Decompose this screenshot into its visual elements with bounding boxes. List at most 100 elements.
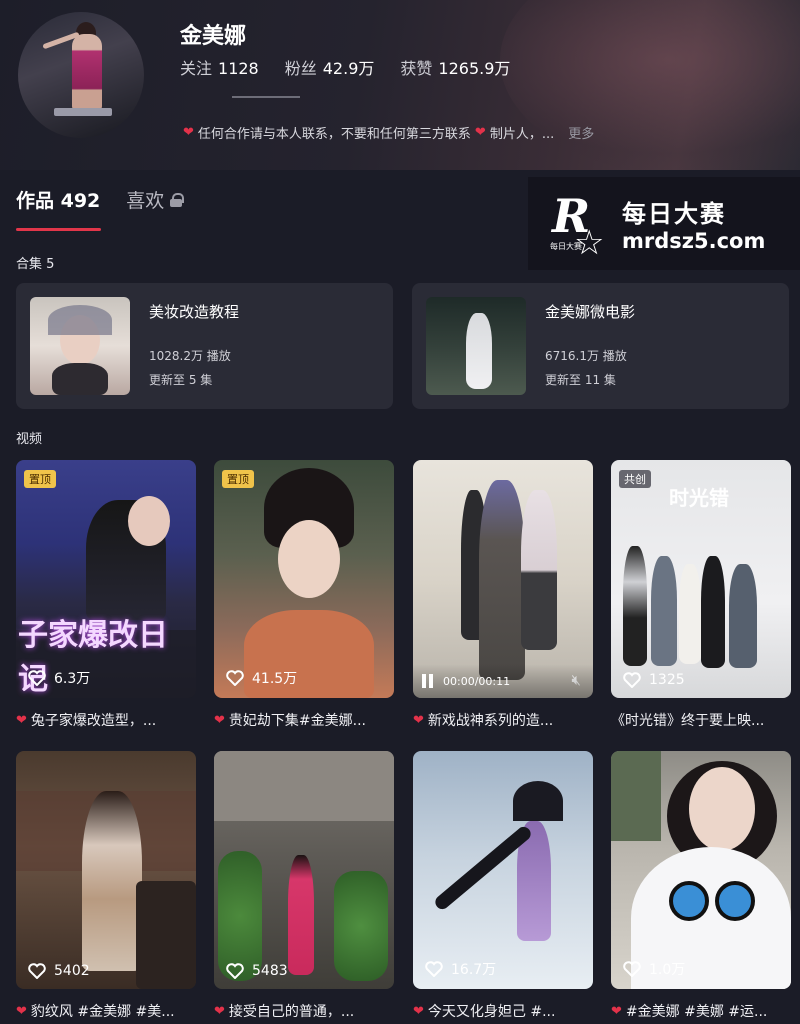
video-caption: ❤ 接受自己的普通，... bbox=[214, 1001, 394, 1021]
stat-value: 1265.9万 bbox=[438, 59, 511, 78]
watermark-overlay: R ☆ 每日大赛 每日大赛 mrdsz5.com bbox=[528, 177, 800, 270]
content-tabs: 作品 492 喜欢 bbox=[16, 186, 185, 213]
stat-value: 42.9万 bbox=[322, 59, 375, 78]
bio-text-1: 任何合作请与本人联系，不要和任何第三方联系 bbox=[197, 127, 471, 142]
collection-thumbnail bbox=[426, 297, 526, 395]
video-card[interactable]: 16.7万 ❤ 今天又化身妲己 #... bbox=[413, 751, 593, 1021]
watermark-text: 每日大赛 mrdsz5.com bbox=[622, 194, 765, 253]
caption-text: #金美娜 #美娜 #运... bbox=[625, 1004, 768, 1020]
video-caption: ❤ 豹纹风 #金美娜 #美... bbox=[16, 1001, 196, 1021]
heart-outline-icon bbox=[28, 963, 46, 980]
profile-stats: 关注 1128 粉丝 42.9万 获赞 1265.9万 bbox=[180, 55, 510, 79]
profile-header: 金美娜 关注 1128 粉丝 42.9万 获赞 1265.9万 ❤ 任何合作请与本人联… bbox=[0, 0, 800, 170]
thumbnail-hair bbox=[513, 781, 563, 821]
heart-outline-icon bbox=[226, 670, 244, 687]
thumbnail-plant bbox=[218, 851, 262, 981]
like-value: 16.7万 bbox=[451, 962, 497, 978]
overlay-caption: 时光错 bbox=[669, 486, 729, 510]
heart-icon: ❤ bbox=[413, 712, 424, 728]
like-value: 5402 bbox=[54, 963, 90, 979]
video-thumbnail[interactable]: 置顶 41.5万 bbox=[214, 460, 394, 698]
profile-bio: ❤ 任何合作请与本人联系，不要和任何第三方联系 ❤ 制片人，... 更多 bbox=[183, 123, 594, 142]
heart-icon: ❤ bbox=[16, 1003, 27, 1019]
playback-time: 00:00/00:11 bbox=[443, 674, 511, 688]
thumbnail-figure bbox=[679, 564, 701, 664]
like-count: 41.5万 bbox=[226, 668, 297, 688]
bio-more-link[interactable]: 更多 bbox=[568, 123, 594, 142]
collection-card[interactable]: 金美娜微电影 6716.1万 播放 更新至 11 集 bbox=[412, 283, 789, 409]
active-tab-indicator bbox=[16, 228, 101, 231]
heart-outline-icon bbox=[425, 961, 443, 978]
bio-text-2: 制片人，... bbox=[489, 127, 555, 142]
watermark-logo-small: 每日大赛 bbox=[550, 241, 582, 251]
heart-outline-icon bbox=[226, 963, 244, 980]
thumbnail-face bbox=[278, 520, 340, 598]
video-thumbnail[interactable]: 5483 bbox=[214, 751, 394, 989]
thumbnail-figure bbox=[701, 556, 725, 668]
video-caption: ❤ 贵妃劫下集#金美娜... bbox=[214, 710, 394, 730]
thumbnail-body bbox=[52, 363, 108, 395]
thumbnail-building bbox=[214, 751, 394, 821]
tab-likes-label: 喜欢 bbox=[126, 190, 165, 212]
tab-likes[interactable]: 喜欢 bbox=[126, 186, 185, 213]
video-thumbnail[interactable]: 00:00/00:11 🔇︎ bbox=[413, 460, 593, 698]
stat-followers[interactable]: 粉丝 42.9万 bbox=[285, 55, 375, 79]
video-card[interactable]: 置顶 41.5万 ❤ 贵妃劫下集#金美娜... bbox=[214, 460, 394, 730]
stat-label: 粉丝 bbox=[284, 59, 317, 78]
like-count: 5402 bbox=[28, 963, 90, 980]
video-thumbnail[interactable]: 16.7万 bbox=[413, 751, 593, 989]
caption-text: 新戏战神系列的造... bbox=[427, 713, 554, 729]
video-card[interactable]: 5483 ❤ 接受自己的普通，... bbox=[214, 751, 394, 1021]
video-card[interactable]: 5402 ❤ 豹纹风 #金美娜 #美... bbox=[16, 751, 196, 1021]
pinned-badge: 置顶 bbox=[222, 470, 254, 488]
like-count: 6.3万 bbox=[28, 668, 90, 688]
thumbnail-figure bbox=[651, 556, 677, 666]
heart-outline-icon bbox=[28, 670, 46, 687]
thumbnail-figure bbox=[466, 313, 492, 389]
thumbnail-figure bbox=[623, 546, 647, 666]
profile-name: 金美娜 bbox=[180, 24, 247, 49]
stat-label: 关注 bbox=[180, 59, 213, 78]
video-thumbnail[interactable]: 置顶 子家爆改日记 6.3万 bbox=[16, 460, 196, 698]
video-thumbnail[interactable]: 1.0万 bbox=[611, 751, 791, 989]
collection-title: 美妆改造教程 bbox=[149, 303, 240, 321]
video-caption: ❤ 今天又化身妲己 #... bbox=[413, 1001, 593, 1021]
stat-following[interactable]: 关注 1128 bbox=[180, 55, 259, 79]
video-card[interactable]: 共创 时光错 1325 《时光错》终于要上映... bbox=[611, 460, 791, 730]
video-thumbnail[interactable]: 5402 bbox=[16, 751, 196, 989]
thumbnail-chair bbox=[136, 881, 196, 989]
stats-divider bbox=[232, 96, 300, 98]
collection-card[interactable]: 美妆改造教程 1028.2万 播放 更新至 5 集 bbox=[16, 283, 393, 409]
stat-likes-received[interactable]: 获赞 1265.9万 bbox=[400, 55, 510, 79]
video-thumbnail[interactable]: 共创 时光错 1325 bbox=[611, 460, 791, 698]
video-card[interactable]: 1.0万 ❤ #金美娜 #美娜 #运... bbox=[611, 751, 791, 1021]
caption-text: 接受自己的普通，... bbox=[228, 1004, 355, 1020]
heart-icon: ❤ bbox=[16, 712, 27, 728]
like-count: 1.0万 bbox=[623, 959, 685, 979]
caption-text: 《时光错》终于要上映... bbox=[611, 713, 765, 729]
video-card[interactable]: 00:00/00:11 🔇︎ ❤ 新戏战神系列的造... bbox=[413, 460, 593, 730]
like-count: 1325 bbox=[623, 672, 685, 689]
collection-plays: 1028.2万 播放 bbox=[149, 349, 231, 363]
thumbnail-face bbox=[689, 767, 755, 851]
video-caption: ❤ 新戏战神系列的造... bbox=[413, 710, 593, 730]
video-player-controls: 00:00/00:11 bbox=[413, 664, 593, 698]
thumbnail-figure bbox=[82, 791, 142, 971]
co-creation-badge: 共创 bbox=[619, 470, 651, 488]
thumbnail-headpiece bbox=[48, 305, 112, 335]
thumbnail-face bbox=[128, 496, 170, 546]
thumbnail-plant bbox=[334, 871, 388, 981]
avatar[interactable] bbox=[18, 12, 144, 138]
pause-icon[interactable] bbox=[421, 674, 435, 688]
tab-works[interactable]: 作品 492 bbox=[16, 186, 100, 213]
heart-icon: ❤ bbox=[413, 1003, 424, 1019]
thumbnail-shirt-eye bbox=[669, 881, 709, 921]
like-value: 1325 bbox=[649, 672, 685, 688]
video-caption: ❤ 兔子家爆改造型，... bbox=[16, 710, 196, 730]
like-value: 1.0万 bbox=[649, 962, 686, 978]
video-caption: ❤ #金美娜 #美娜 #运... bbox=[611, 1001, 791, 1021]
watermark-url: mrdsz5.com bbox=[622, 229, 766, 253]
thumbnail-shirt-eye bbox=[715, 881, 755, 921]
video-card[interactable]: 置顶 子家爆改日记 6.3万 ❤ 兔子家爆改造型，... bbox=[16, 460, 196, 730]
thumbnail-figure bbox=[479, 480, 525, 680]
